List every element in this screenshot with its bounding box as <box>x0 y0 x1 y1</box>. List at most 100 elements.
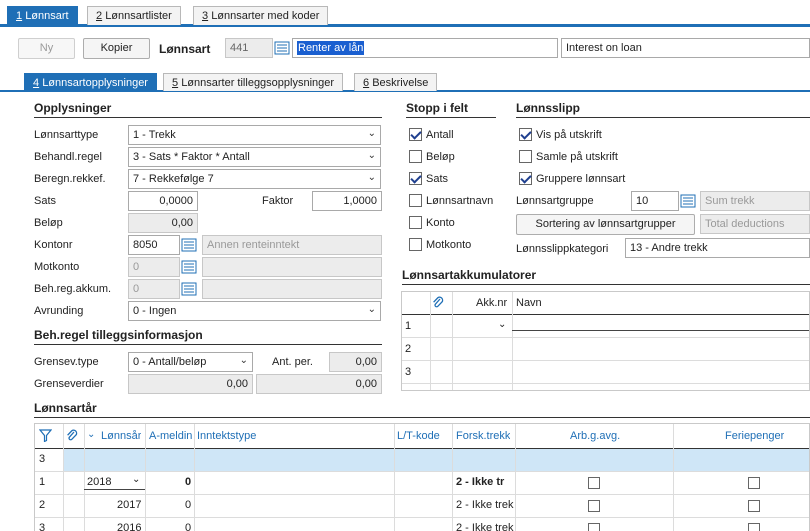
lookup-icon[interactable] <box>180 236 198 254</box>
lonnsarttype-select[interactable]: 1 - Trekk ⌄ <box>128 125 381 145</box>
lonnsar-cell[interactable]: 2016 <box>117 522 141 531</box>
grenseverdier-field-2[interactable]: 0,00 <box>256 374 382 394</box>
tab-lonnsarter-med-koder[interactable]: 3 Lønnsarter med koder <box>193 6 329 25</box>
avrunding-select[interactable]: 0 - Ingen ⌄ <box>128 301 381 321</box>
lookup-icon[interactable] <box>273 39 291 57</box>
sort-desc-icon[interactable]: ⌄ <box>87 429 95 440</box>
belop-checkbox[interactable] <box>409 150 422 163</box>
kontonr-label: Kontonr <box>34 239 73 251</box>
grensev-label: Grensev.type <box>34 356 99 368</box>
filter-row[interactable] <box>63 449 809 471</box>
lookup-icon[interactable] <box>679 192 697 210</box>
kontonr-field[interactable]: 8050 <box>128 235 180 255</box>
arb-g-avg-checkbox[interactable] <box>588 523 600 531</box>
feriepenger-checkbox[interactable] <box>748 523 760 531</box>
motkonto-checkbox[interactable] <box>409 238 422 251</box>
motkonto-label: Motkonto <box>34 261 80 273</box>
col-lonnsar[interactable]: Lønnsår <box>101 430 141 442</box>
tab-label: Lønnsarter tilleggsopplysninger <box>181 77 335 89</box>
lookup-icon[interactable] <box>180 280 198 298</box>
opplysninger-title: Opplysninger <box>34 101 112 115</box>
col-lt-kode[interactable]: L/T-kode <box>397 430 440 442</box>
gruppere-lonnsart-checkbox[interactable] <box>519 172 532 185</box>
input-underline <box>84 489 145 490</box>
paperclip-icon[interactable] <box>66 429 78 446</box>
kategori-select[interactable]: 13 - Andre trekk <box>625 238 810 258</box>
feriepenger-checkbox[interactable] <box>748 477 760 489</box>
motkonto-field[interactable]: 0 <box>128 257 180 277</box>
antper-field[interactable]: 0,00 <box>329 352 382 372</box>
grid-row-line <box>402 383 809 384</box>
tab-lonnsart[interactable]: 1 Lønnsart <box>7 6 78 27</box>
col-a-melding[interactable]: A-meldin <box>149 430 192 442</box>
chevron-down-icon[interactable]: ⌄ <box>132 474 140 485</box>
behandl-select[interactable]: 3 - Sats * Faktor * Antall ⌄ <box>128 147 381 167</box>
grid-row-line <box>402 360 809 361</box>
tab-beskrivelse[interactable]: 6 Beskrivelse <box>354 73 438 91</box>
forsk-trekk-cell[interactable]: 2 - Ikke tr <box>456 476 512 488</box>
forsk-trekk-cell[interactable]: 2 - Ikke trek <box>456 522 514 531</box>
arb-g-avg-checkbox[interactable] <box>588 500 600 512</box>
col-arb-g-avg[interactable]: Arb.g.avg. <box>570 430 620 442</box>
filter-icon[interactable] <box>39 429 52 445</box>
grenseverdier-label: Grenseverdier <box>34 378 104 390</box>
lonnsart-name-en-field[interactable]: Interest on loan <box>561 38 810 58</box>
lonnsartnavn-checkbox[interactable] <box>409 194 422 207</box>
lonnsart-number-field[interactable]: 441 <box>225 38 273 58</box>
col-inntektstype[interactable]: Inntektstype <box>197 430 256 442</box>
lonnsar-cell[interactable]: 2018 <box>87 476 111 488</box>
top-tab-bar: 1 Lønnsart 2 Lønnsartlister 3 Lønnsarter… <box>0 0 810 27</box>
new-button[interactable]: Ny <box>18 38 75 59</box>
col-akk-nr[interactable]: Akk.nr <box>476 297 507 309</box>
beregn-select[interactable]: 7 - Rekkefølge 7 ⌄ <box>128 169 381 189</box>
tab-tilleggsopplysninger[interactable]: 5 Lønnsarter tilleggsopplysninger <box>163 73 344 91</box>
chevron-down-icon[interactable]: ⌄ <box>498 319 506 330</box>
antall-checkbox[interactable] <box>409 128 422 141</box>
grid-row-line <box>402 337 809 338</box>
col-navn[interactable]: Navn <box>516 297 542 309</box>
section-divider <box>34 417 810 418</box>
chevron-down-icon: ⌄ <box>367 128 376 139</box>
grensev-select[interactable]: 0 - Antall/beløp ⌄ <box>128 352 253 372</box>
grid-col-line <box>452 424 453 531</box>
vis-pa-utskrift-checkbox[interactable] <box>519 128 532 141</box>
row-number: 1 <box>405 320 412 332</box>
arb-g-avg-checkbox[interactable] <box>588 477 600 489</box>
faktor-field[interactable]: 1,0000 <box>312 191 382 211</box>
stopp-title: Stopp i felt <box>406 101 468 115</box>
tab-lonnsartlister[interactable]: 2 Lønnsartlister <box>87 6 181 25</box>
behreg-field[interactable]: 0 <box>128 279 180 299</box>
antall-checkbox-label: Antall <box>426 129 454 141</box>
col-feriepenger[interactable]: Feriepenger <box>725 430 784 442</box>
a-melding-cell[interactable]: 0 <box>185 476 191 488</box>
lonnsartgruppe-label: Lønnsartgruppe <box>516 195 594 207</box>
belop-field[interactable]: 0,00 <box>128 213 198 233</box>
beregn-label: Beregn.rekkef. <box>34 173 106 185</box>
lonnsarttype-label: Lønnsarttype <box>34 129 99 141</box>
grenseverdier-field-1[interactable]: 0,00 <box>128 374 253 394</box>
samle-pa-utskrift-checkbox[interactable] <box>519 150 532 163</box>
lonnsartgruppe-field[interactable]: 10 <box>631 191 679 211</box>
col-forsk-trekk[interactable]: Forsk.trekk <box>456 430 510 442</box>
paperclip-icon[interactable] <box>432 296 450 313</box>
lookup-icon[interactable] <box>180 258 198 276</box>
lonnsartar-title: Lønnsartår <box>34 401 97 415</box>
sortering-description: Total deductions <box>700 214 810 234</box>
lonnsart-name-field[interactable]: Renter av lån <box>292 38 558 58</box>
sortering-button[interactable]: Sortering av lønnsartgrupper <box>516 214 695 235</box>
feriepenger-checkbox[interactable] <box>748 500 760 512</box>
a-melding-cell[interactable]: 0 <box>185 499 191 511</box>
a-melding-cell[interactable]: 0 <box>185 522 191 531</box>
section-divider <box>34 344 382 345</box>
lonnsar-cell[interactable]: 2017 <box>117 499 141 511</box>
copy-button[interactable]: Kopier <box>83 38 150 59</box>
tab-lonnsartopplysninger[interactable]: 4 Lønnsartopplysninger <box>24 73 157 91</box>
behandl-label: Behandl.regel <box>34 151 102 163</box>
konto-checkbox[interactable] <box>409 216 422 229</box>
lonnsslipp-title: Lønnsslipp <box>516 101 580 115</box>
sats-field[interactable]: 0,0000 <box>128 191 198 211</box>
sats-checkbox[interactable] <box>409 172 422 185</box>
konto-checkbox-label: Konto <box>426 217 455 229</box>
avrunding-label: Avrunding <box>34 305 84 317</box>
forsk-trekk-cell[interactable]: 2 - Ikke trek <box>456 499 514 511</box>
